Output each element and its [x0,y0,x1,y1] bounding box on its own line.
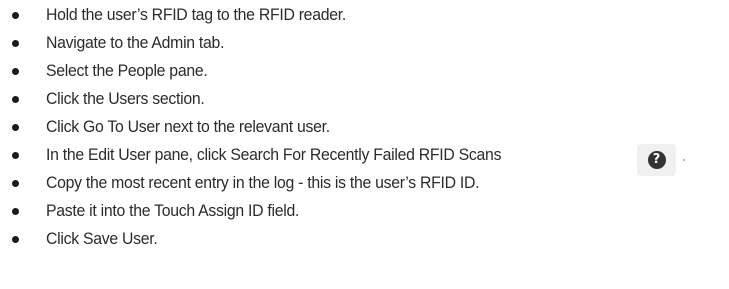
instructions-page: { "steps": [ "Hold the user’s RFID tag t… [0,0,729,289]
step-text: Paste it into the Touch Assign ID field. [46,201,300,220]
list-item: Hold the user’s RFID tag to the RFID rea… [0,1,729,29]
list-item: Click Go To User next to the relevant us… [0,113,729,141]
bullet-icon [12,12,19,19]
list-item: Navigate to the Admin tab. [0,29,729,57]
list-item: Copy the most recent entry in the log - … [0,169,729,197]
list-item: Click the Users section. [0,85,729,113]
bullet-icon [12,40,19,47]
bullet-icon [12,68,19,75]
bullet-icon [12,152,19,159]
bullet-icon [12,236,19,243]
list-item: In the Edit User pane, click Search For … [0,141,729,169]
step-text: Hold the user’s RFID tag to the RFID rea… [46,5,346,24]
list-item: Select the People pane. [0,57,729,85]
bullet-icon [12,124,19,131]
bullet-icon [12,180,19,187]
step-text: In the Edit User pane, click Search For … [46,145,502,164]
instruction-steps-list: Hold the user’s RFID tag to the RFID rea… [0,0,729,253]
list-item: Paste it into the Touch Assign ID field. [0,197,729,225]
step-text: Copy the most recent entry in the log - … [46,173,480,192]
step-text: Click the Users section. [46,89,205,108]
step-text: Navigate to the Admin tab. [46,33,225,52]
help-button[interactable]: ? [637,144,676,176]
bullet-icon [12,96,19,103]
divider-dot [683,159,685,161]
question-circle-icon: ? [647,151,666,169]
list-item: Click Save User. [0,225,729,253]
step-text: Select the People pane. [46,61,208,80]
step-text: Click Save User. [46,229,158,248]
bullet-icon [12,208,19,215]
step-text: Click Go To User next to the relevant us… [46,117,330,136]
